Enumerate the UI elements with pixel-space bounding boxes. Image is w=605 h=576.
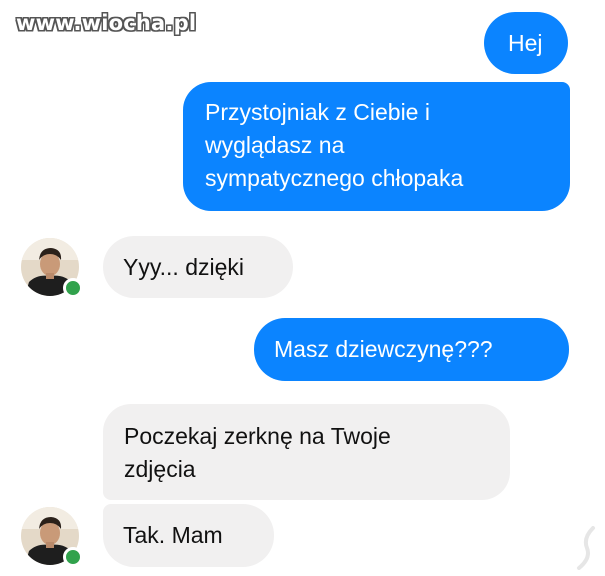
outgoing-message-bubble[interactable]: Przystojniak z Ciebie i wyglądasz na sym… xyxy=(183,82,570,211)
outgoing-message-bubble[interactable]: Hej xyxy=(484,12,568,74)
message-text-line: Yyy... dzięki xyxy=(123,254,244,280)
message-text-line: zdjęcia xyxy=(124,456,196,482)
incoming-message-bubble[interactable]: Tak. Mam xyxy=(103,504,274,567)
message-text-line: wyglądasz na xyxy=(205,132,345,158)
contact-avatar[interactable] xyxy=(21,507,83,567)
online-status-icon xyxy=(63,547,83,567)
message-text-line: sympatycznego chłopaka xyxy=(205,165,464,191)
contact-avatar[interactable] xyxy=(21,238,83,298)
watermark: www.wiocha.pl xyxy=(16,11,197,35)
message-text-line: Hej xyxy=(508,30,543,56)
incoming-message-bubble[interactable]: Yyy... dzięki xyxy=(103,236,293,298)
corner-logo-icon xyxy=(577,526,595,570)
outgoing-message-bubble[interactable]: Masz dziewczynę??? xyxy=(254,318,569,381)
message-text-line: Tak. Mam xyxy=(123,522,223,548)
message-text-line: Masz dziewczynę??? xyxy=(274,336,493,362)
online-status-icon xyxy=(63,278,83,298)
incoming-message-bubble[interactable]: Poczekaj zerknę na Twoje zdjęcia xyxy=(103,404,510,500)
message-text-line: Poczekaj zerknę na Twoje xyxy=(124,423,391,449)
message-text-line: Przystojniak z Ciebie i xyxy=(205,99,430,125)
